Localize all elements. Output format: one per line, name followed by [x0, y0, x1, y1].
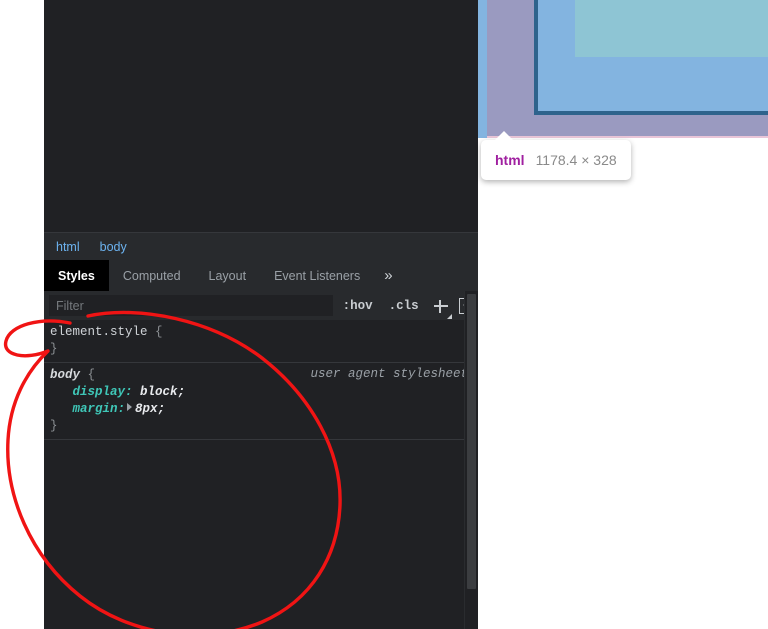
rule-element-style[interactable]: element.style { } — [44, 320, 478, 363]
devtools-elements-tree-area[interactable] — [44, 0, 478, 231]
colon: : — [117, 402, 126, 416]
tab-layout[interactable]: Layout — [195, 260, 261, 291]
caret-down-icon — [447, 313, 453, 319]
styles-rules-list[interactable]: element.style { } user agent stylesheet … — [44, 320, 478, 629]
element-tooltip: html 1178.4 × 328 — [481, 140, 631, 180]
breadcrumb: html body — [44, 232, 478, 261]
open-brace: { — [147, 325, 163, 339]
plus-icon[interactable] — [431, 296, 453, 319]
open-brace: { — [80, 368, 96, 382]
filter-input[interactable]: Filter — [49, 295, 333, 316]
cls-button[interactable]: .cls — [383, 299, 425, 313]
expand-shorthand-icon[interactable] — [127, 403, 133, 411]
tooltip-tag-name: html — [495, 152, 525, 168]
breadcrumb-item-body[interactable]: body — [90, 236, 137, 258]
scrollbar-thumb[interactable] — [467, 294, 476, 589]
property-name[interactable]: display — [73, 385, 126, 399]
property-value[interactable]: block — [140, 385, 178, 399]
tab-computed[interactable]: Computed — [109, 260, 195, 291]
tooltip-arrow — [494, 131, 514, 141]
tab-styles[interactable]: Styles — [44, 260, 109, 291]
screenshot-root: html 1178.4 × 328 html body Styles Compu… — [0, 0, 768, 629]
highlight-bottom-edge — [487, 136, 768, 138]
colon: : — [125, 385, 141, 399]
declaration-display[interactable]: display: block; — [50, 384, 478, 401]
rule-selector-line: element.style { — [50, 324, 478, 341]
tooltip-dimensions: 1178.4 × 328 — [535, 152, 617, 168]
hov-button[interactable]: :hov — [337, 299, 379, 313]
rule-body[interactable]: user agent stylesheet body { display: bl… — [44, 363, 478, 440]
more-tabs-button[interactable]: » — [374, 260, 402, 291]
highlight-content-box — [575, 0, 768, 57]
breadcrumb-item-html[interactable]: html — [44, 236, 90, 258]
stylesheet-origin: user agent stylesheet — [310, 367, 468, 381]
rule-selector[interactable]: element.style — [50, 325, 148, 339]
sidebar-tabbar: Styles Computed Layout Event Listeners » — [44, 260, 478, 292]
filter-placeholder: Filter — [56, 299, 84, 313]
inspected-page-viewport — [478, 0, 768, 138]
property-value[interactable]: 8px — [135, 402, 158, 416]
declaration-margin[interactable]: margin: 8px; — [50, 401, 478, 418]
close-brace: } — [50, 342, 58, 356]
styles-scrollbar[interactable] — [464, 291, 478, 629]
highlight-padding-left-strip — [478, 0, 487, 138]
semicolon: ; — [177, 385, 186, 399]
devtools-panel: html body Styles Computed Layout Event L… — [44, 0, 478, 629]
semicolon: ; — [157, 402, 166, 416]
styles-toolbar: Filter :hov .cls — [44, 291, 478, 321]
tab-event-listeners[interactable]: Event Listeners — [260, 260, 374, 291]
property-name[interactable]: margin — [73, 402, 118, 416]
close-brace: } — [50, 419, 58, 433]
rule-selector[interactable]: body — [50, 368, 80, 382]
